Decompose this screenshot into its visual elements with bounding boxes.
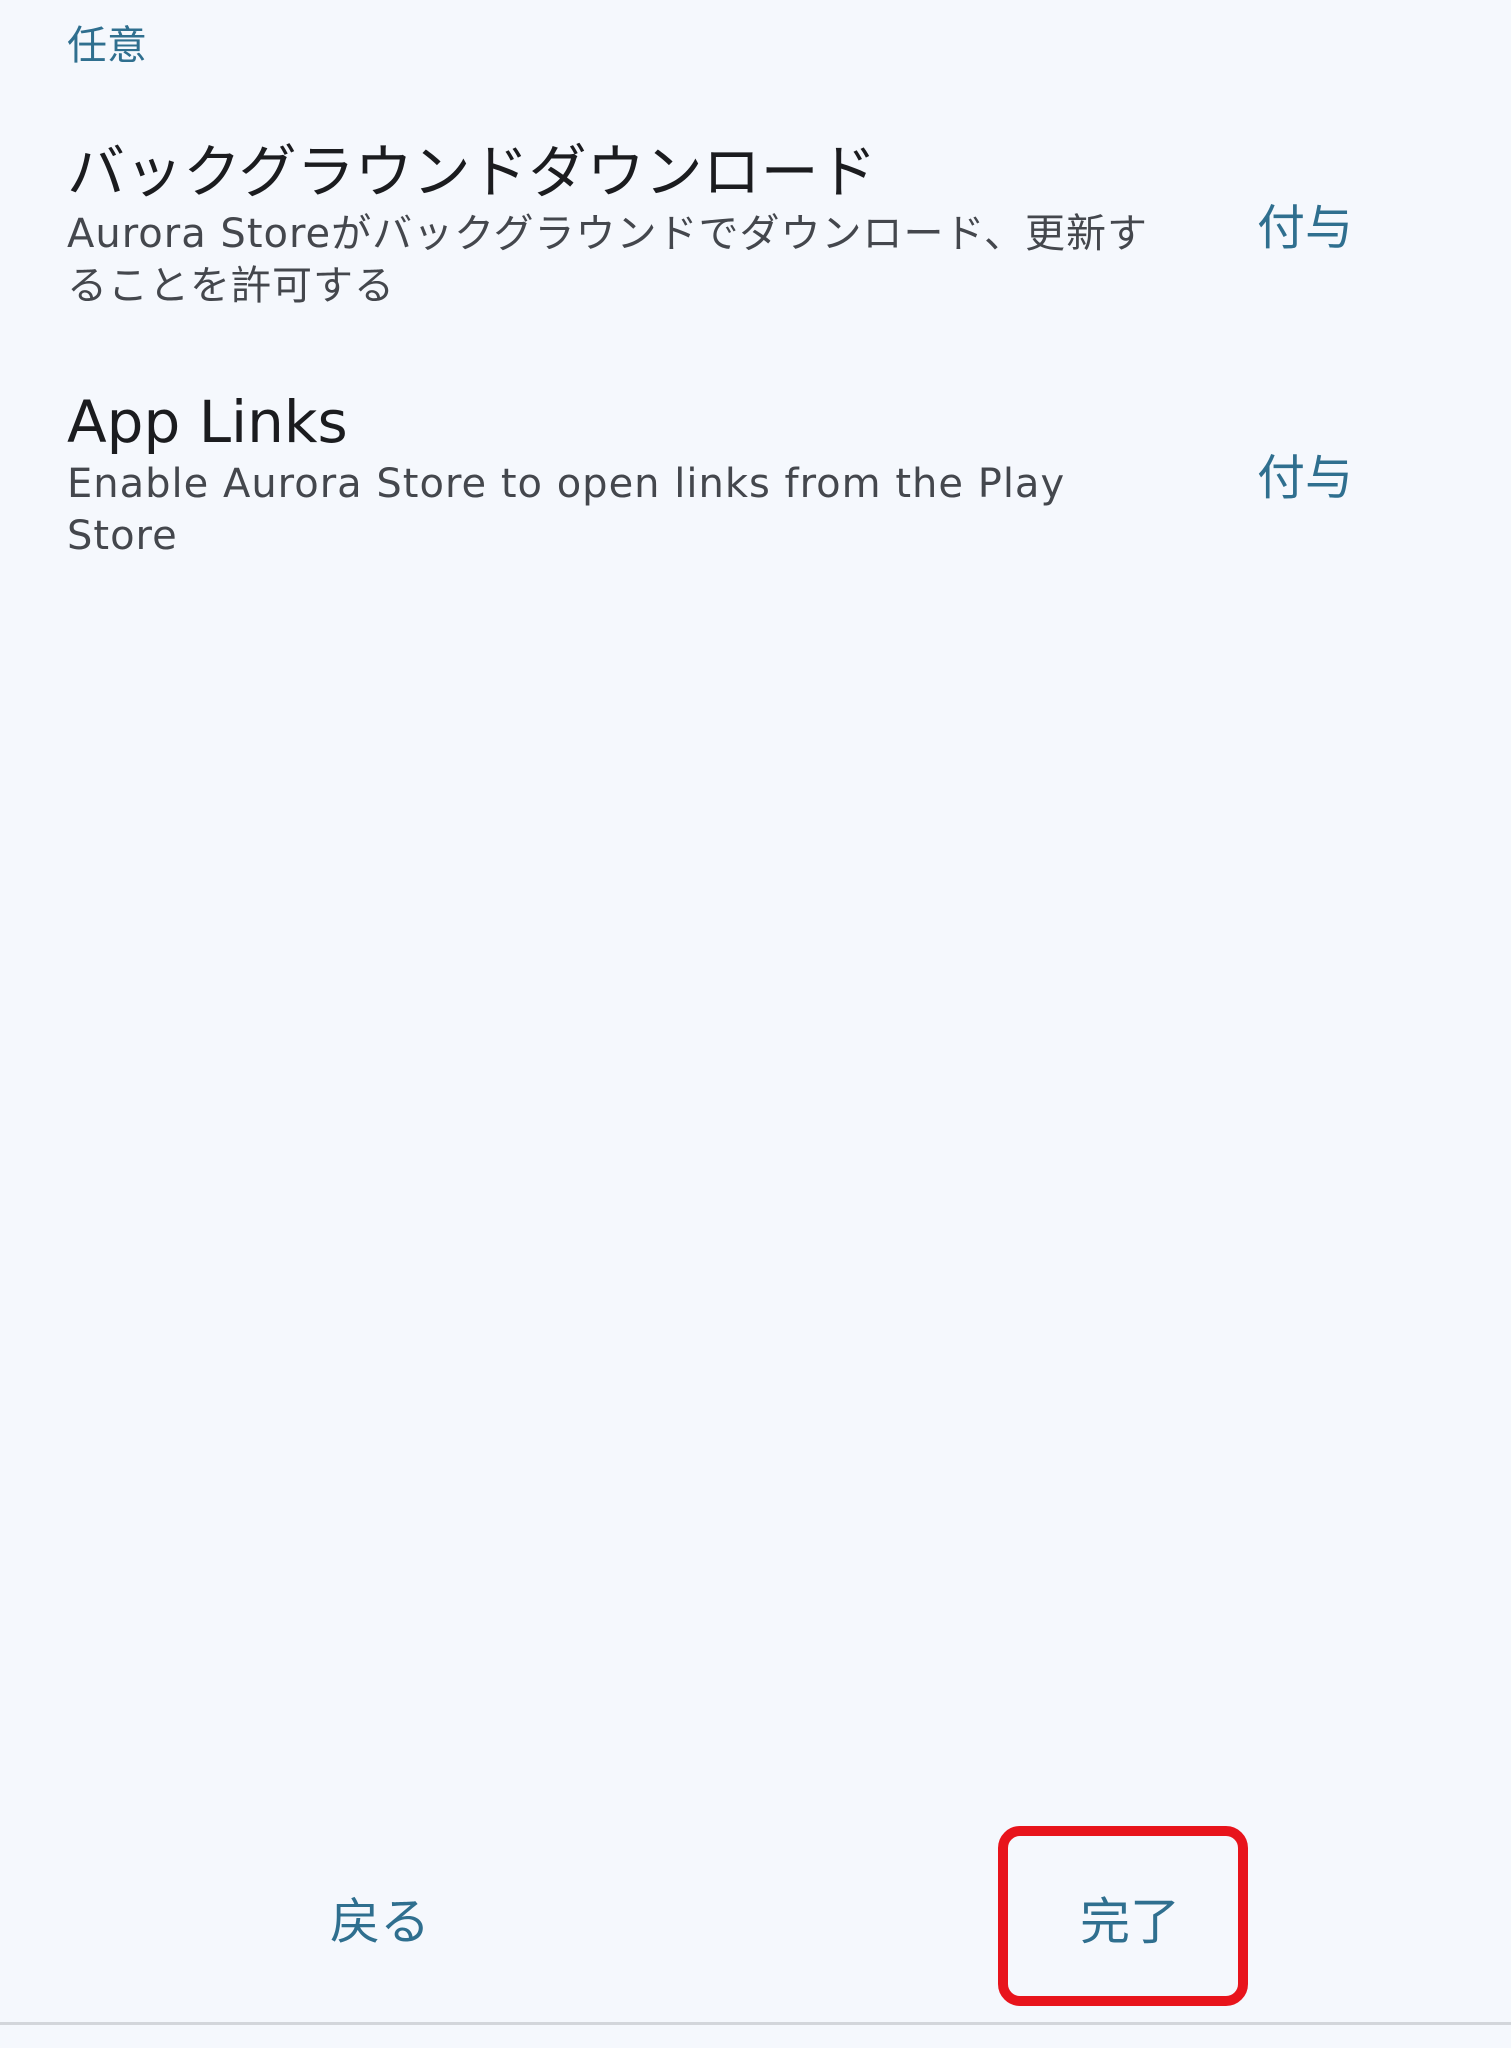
permission-title: App Links bbox=[67, 388, 348, 456]
grant-app-links-button[interactable]: 付与 bbox=[1237, 438, 1373, 518]
section-header-optional: 任意 bbox=[67, 23, 147, 69]
permissions-screen: 任意 バックグラウンドダウンロード Aurora Storeがバックグラウンドで… bbox=[0, 0, 1511, 2048]
permission-title: バックグラウンドダウンロード bbox=[67, 138, 877, 206]
permission-description: Aurora Storeがバックグラウンドでダウンロード、更新することを許可する bbox=[67, 211, 1148, 309]
permission-text: App Links Enable Aurora Store to open li… bbox=[67, 386, 1187, 562]
permission-item-background-download: バックグラウンドダウンロード Aurora Storeがバックグラウンドでダウン… bbox=[67, 136, 1447, 312]
back-button[interactable]: 戻る bbox=[280, 1862, 480, 1982]
grant-background-download-button[interactable]: 付与 bbox=[1237, 188, 1373, 268]
done-button[interactable]: 完了 bbox=[1010, 1862, 1250, 1982]
permission-text: バックグラウンドダウンロード Aurora Storeがバックグラウンドでダウン… bbox=[67, 136, 1187, 312]
permission-item-app-links: App Links Enable Aurora Store to open li… bbox=[67, 386, 1447, 562]
bottom-divider bbox=[0, 2022, 1511, 2025]
permission-description: Enable Aurora Store to open links from t… bbox=[67, 461, 1066, 559]
